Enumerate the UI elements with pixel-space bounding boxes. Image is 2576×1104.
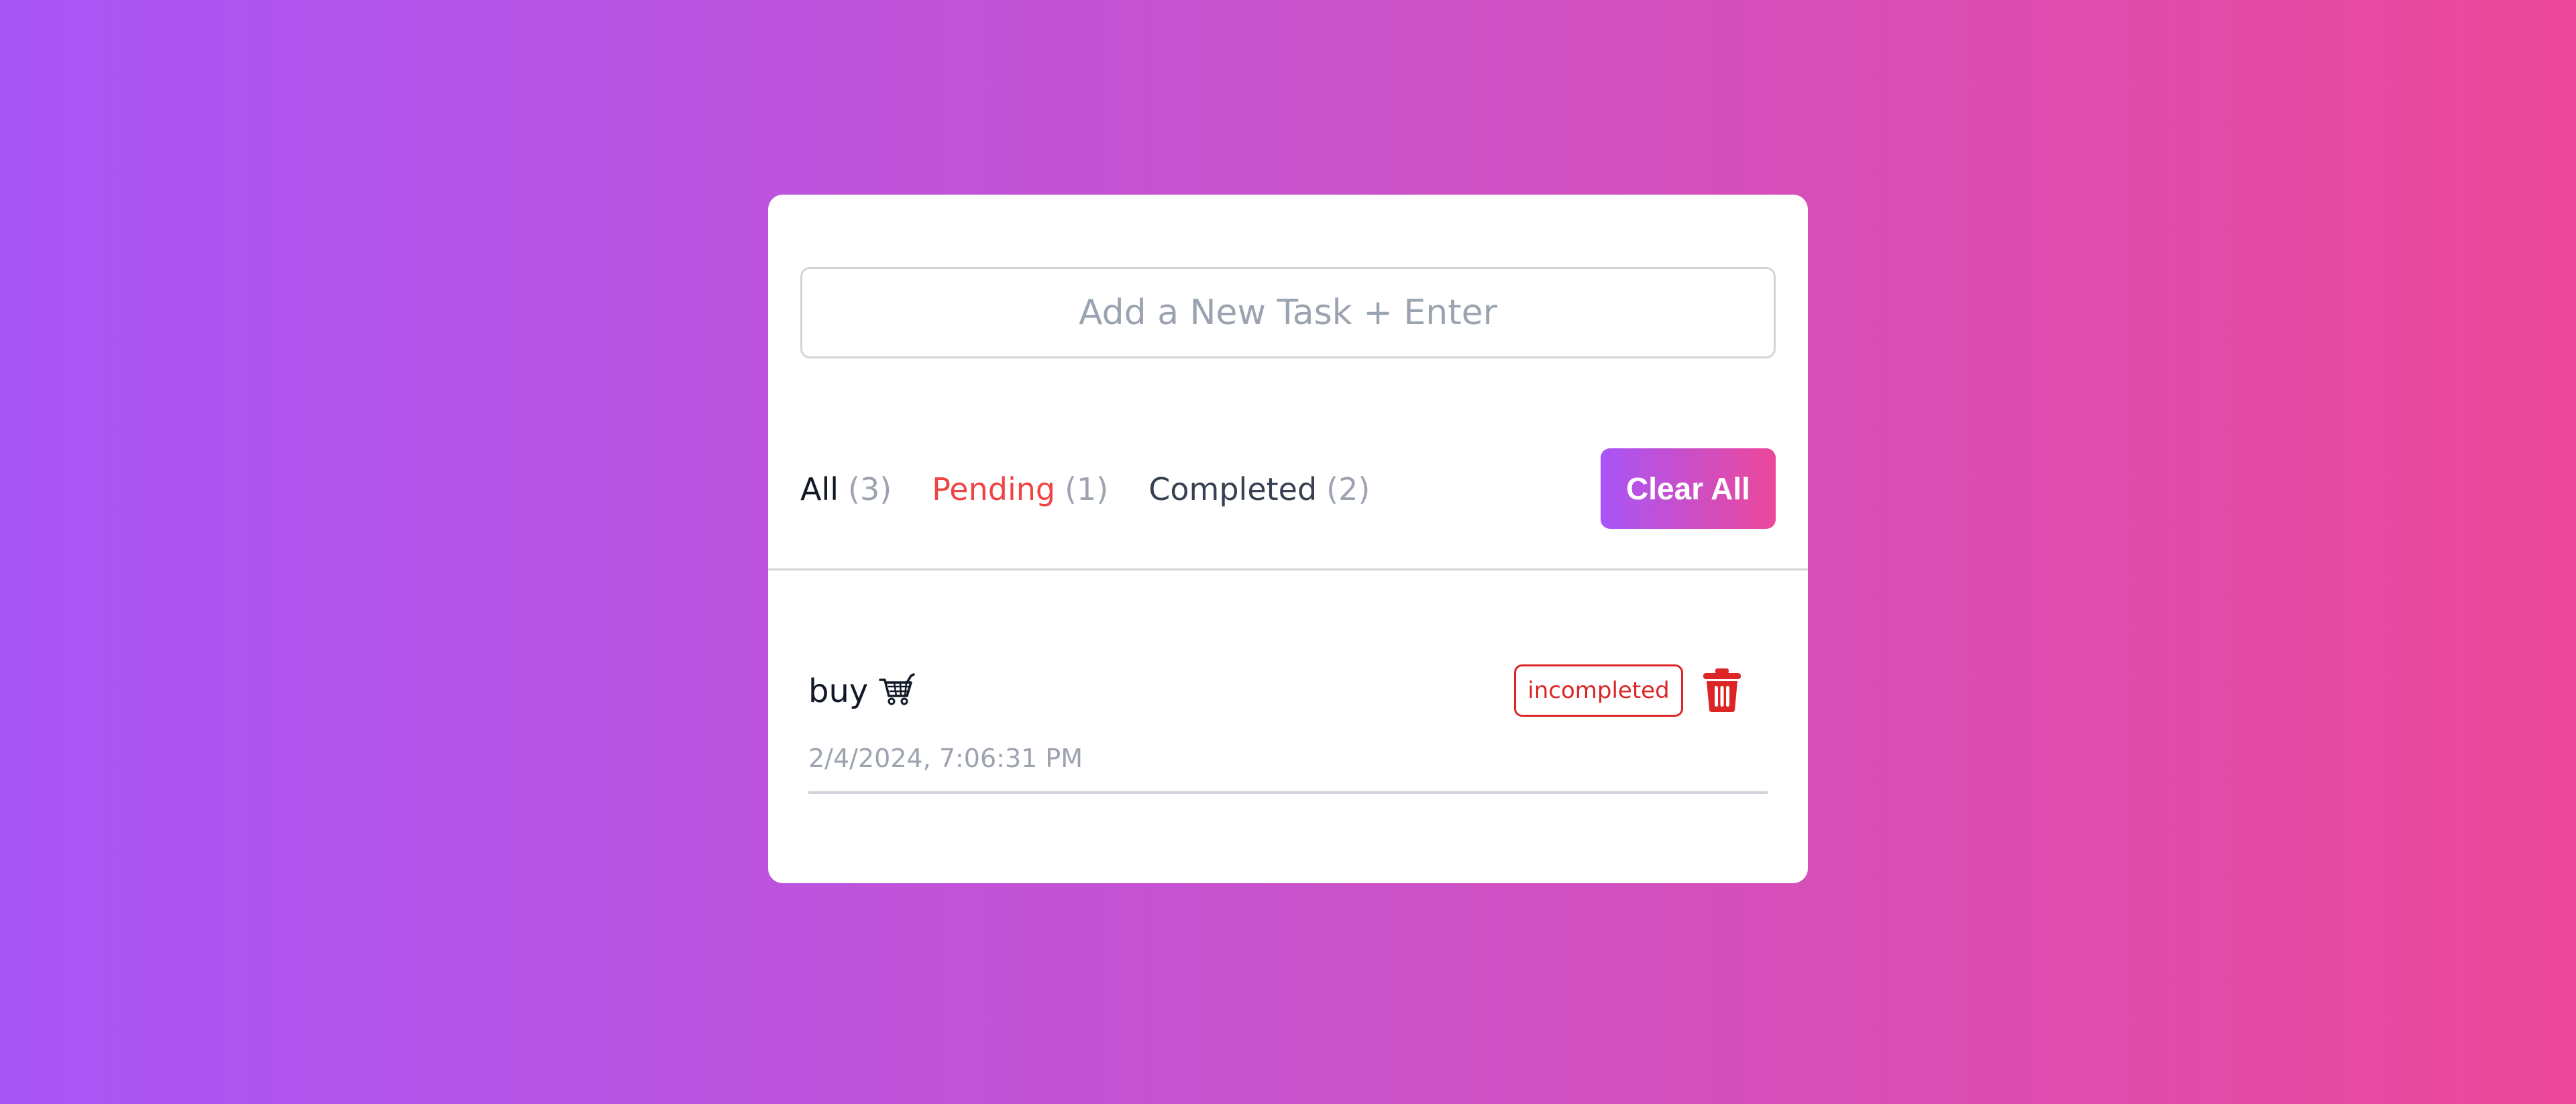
new-task-input[interactable] bbox=[800, 267, 1776, 358]
status-badge[interactable]: incompleted bbox=[1514, 664, 1683, 717]
filter-all-count: (3) bbox=[848, 471, 892, 507]
task-item: buy incompleted 2/4/2024, 7:06:31 PM bbox=[808, 664, 1768, 804]
filter-completed-label: Completed bbox=[1148, 471, 1318, 507]
filter-all-tab[interactable]: All (3) bbox=[800, 471, 892, 507]
task-divider bbox=[808, 791, 1768, 794]
filter-all-label: All bbox=[800, 471, 839, 507]
filter-pending-tab[interactable]: Pending (1) bbox=[932, 471, 1108, 507]
filter-completed-count: (2) bbox=[1326, 471, 1371, 507]
trash-icon[interactable] bbox=[1702, 667, 1742, 713]
filter-tabs: All (3) Pending (1) Completed (2) bbox=[800, 467, 1410, 511]
filter-pending-count: (1) bbox=[1065, 471, 1109, 507]
todo-card: All(3) Pending(1) Completed(2) Clear All… bbox=[768, 195, 1808, 883]
divider bbox=[768, 568, 1808, 570]
filter-completed-tab[interactable]: Completed (2) bbox=[1148, 471, 1370, 507]
clear-all-button[interactable]: Clear All bbox=[1601, 448, 1776, 529]
filter-pending-label: Pending bbox=[932, 471, 1056, 507]
task-title: buy bbox=[808, 670, 916, 712]
task-date: 2/4/2024, 7:06:31 PM bbox=[808, 744, 1083, 773]
shopping-cart-icon bbox=[877, 670, 916, 708]
task-text: buy bbox=[808, 672, 869, 710]
